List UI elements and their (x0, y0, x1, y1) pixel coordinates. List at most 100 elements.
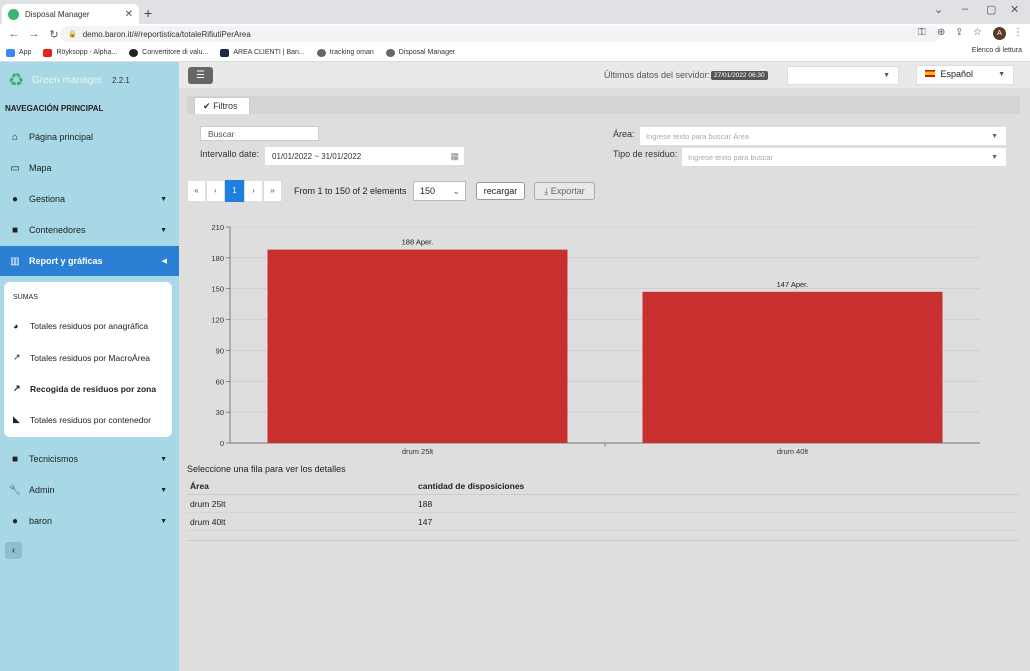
submenu-item-zona[interactable]: ↗ Recogida de residuos por zona (13, 383, 156, 394)
brand[interactable]: ♻ Green manager 2.2.1 (8, 70, 130, 90)
server-date-badge: 27/01/2022 06:30 (711, 71, 768, 80)
chevron-down-icon: ⌄ (452, 186, 460, 196)
star-icon[interactable]: ☆ (973, 27, 982, 38)
y-tick-label: 150 (211, 285, 224, 294)
date-range-value: 01/01/2022 ~ 31/01/2022 (272, 152, 362, 161)
top-header: ☰ Últimos datos del servidor: 27/01/2022… (179, 62, 1030, 88)
sidebar-item-label: Report y gráficas (29, 256, 103, 266)
bookmark-item[interactable]: AREA CLIENTI | Ban... (220, 48, 305, 57)
page-size-select[interactable]: 150 ⌄ (413, 181, 466, 201)
data-label: 188 Aper. (402, 238, 434, 247)
export-button[interactable]: ⤓ Exportar (534, 182, 595, 200)
x-tick-label: drum 25lt (402, 447, 434, 456)
close-tab-icon[interactable]: ✕ (125, 9, 133, 20)
filter-tab-strip: ✔ Filtros (187, 96, 1020, 114)
brand-name: Green manager (32, 74, 103, 86)
key-icon[interactable]: ⚿ (918, 27, 926, 38)
calendar-icon[interactable]: ▦ (450, 151, 459, 162)
data-label: 147 Aper. (777, 280, 809, 289)
search-input[interactable]: Buscar (200, 126, 319, 141)
archive-icon: ■ (11, 224, 19, 236)
zoom-icon[interactable]: ⊕ (937, 27, 945, 38)
globe-icon (385, 48, 395, 57)
reload-button[interactable]: recargar (476, 182, 525, 200)
browser-tab-bar: Disposal Manager ✕ + ⌄ – ▢ ✕ (0, 0, 1030, 24)
bookmark-item[interactable]: tracking oman (316, 48, 374, 57)
column-header-cantidad: cantidad de disposiciones (418, 480, 525, 491)
sidebar-item-user[interactable]: ● baron ▼ (0, 506, 179, 536)
area-placeholder: Ingrese texto para buscar Área (646, 132, 749, 141)
submenu-item-anagrafica[interactable]: ◕ Totales residuos por anagráfica (13, 321, 148, 331)
server-data-label: Últimos datos del servidor: (604, 70, 711, 80)
map-icon: ▭ (10, 162, 20, 174)
minimize-icon[interactable]: – (962, 3, 968, 15)
submenu-item-macroarea[interactable]: ↗ Totales residuos por MacroÁrea (13, 352, 150, 363)
profile-avatar[interactable]: A (993, 27, 1006, 40)
submenu-header: SUMAS (13, 294, 38, 301)
area-select[interactable]: Ingrese texto para buscar Área ▼ (639, 126, 1007, 146)
area-label: Área: (613, 129, 635, 139)
sidebar-item-reports[interactable]: ▥ Report y gráficas ◀ (0, 246, 179, 276)
header-select[interactable]: ▼ (787, 66, 899, 85)
last-page-button[interactable]: » (263, 180, 282, 202)
table-header-row: Área cantidad de disposiciones (187, 477, 1019, 495)
table-row[interactable]: drum 40lt 147 (187, 513, 1019, 531)
table-row[interactable]: drum 25lt 188 (187, 495, 1019, 513)
reading-list[interactable]: Elenco di lettura (972, 47, 1022, 54)
spain-flag-icon (925, 70, 935, 77)
x-tick-label: drum 40lt (777, 447, 809, 456)
next-page-button[interactable]: › (244, 180, 263, 202)
page-1-button[interactable]: 1 (225, 180, 244, 202)
pagination-info: From 1 to 150 of 2 elements (294, 186, 407, 196)
bar-chart: 0 30 60 90 120 150 180 210 188 Aper. drum 25lt 147… (211, 223, 980, 456)
share-icon[interactable]: ⇪ (955, 27, 963, 38)
url-text: demo.baron.it/#/reportistica/totaleRifiu… (82, 29, 251, 39)
favicon-icon (8, 8, 19, 20)
bookmark-item[interactable]: Disposal Manager (385, 48, 455, 57)
date-range-input[interactable]: 01/01/2022 ~ 31/01/2022 ▦ (264, 146, 465, 166)
sidebar-item-tecnicismos[interactable]: ■ Tecnicismos ▼ (0, 444, 179, 474)
new-tab-icon[interactable]: + (144, 5, 152, 21)
tipo-residuo-label: Tipo de residuo: (613, 149, 678, 159)
tipo-residuo-select[interactable]: Ingrese texto para buscar ▼ (681, 147, 1007, 167)
reload-icon[interactable]: ↻ (48, 28, 60, 41)
url-field[interactable]: 🔒 demo.baron.it/#/reportistica/totaleRif… (60, 26, 940, 42)
y-tick-label: 30 (216, 408, 224, 417)
caret-down-icon: ▼ (991, 133, 998, 140)
submenu-item-contenedor[interactable]: ◣ Totales residuos por contenedor (13, 414, 151, 425)
prev-page-button[interactable]: ‹ (206, 180, 225, 202)
line-chart-icon: ↗ (13, 383, 21, 393)
sidebar-item-home[interactable]: ⌂ Página principal (0, 122, 179, 152)
more-menu-icon[interactable]: ⋮ (1013, 27, 1023, 38)
bookmark-item[interactable]: Röyksopp - Alpha... (43, 48, 117, 57)
chevron-down-icon[interactable]: ⌄ (934, 3, 943, 16)
maximize-icon[interactable]: ▢ (986, 3, 996, 16)
sidebar-item-gestiona[interactable]: ● Gestiona ▼ (0, 184, 179, 214)
tipo-placeholder: Ingrese texto para buscar (688, 153, 774, 162)
caret-down-icon: ▼ (991, 154, 998, 161)
back-icon[interactable]: ← (8, 28, 20, 40)
bookmark-item[interactable]: Convertitore di valu... (129, 48, 208, 57)
sidebar-item-label: Admin (29, 485, 55, 495)
first-page-button[interactable]: « (187, 180, 206, 202)
caret-down-icon: ▼ (998, 71, 1005, 78)
language-select[interactable]: Español ▼ (916, 65, 1014, 85)
tab-filtros[interactable]: ✔ Filtros (194, 97, 250, 114)
results-table: Área cantidad de disposiciones drum 25lt… (187, 477, 1019, 531)
sidebar-item-admin[interactable]: 🔧 Admin ▼ (0, 475, 179, 505)
sidebar-item-contenedores[interactable]: ■ Contenedores ▼ (0, 215, 179, 245)
menu-toggle-button[interactable]: ☰ (188, 67, 213, 84)
language-value: Español (940, 69, 974, 79)
browser-tab[interactable]: Disposal Manager ✕ (2, 4, 139, 24)
collapse-sidebar-button[interactable]: ‹ (5, 542, 22, 559)
user-icon: ● (11, 515, 19, 527)
chevron-left-icon: ‹ (11, 545, 16, 556)
sidebar: ♻ Green manager 2.2.1 NAVEGACIÓN PRINCIP… (0, 62, 179, 671)
download-icon: ⤓ (544, 186, 549, 196)
pagination: « ‹ 1 › » (187, 180, 282, 202)
sidebar-item-map[interactable]: ▭ Mapa (0, 153, 179, 183)
bar (642, 291, 943, 443)
window-close-icon[interactable]: ✕ (1010, 3, 1019, 16)
bookmark-item[interactable]: App (6, 48, 31, 57)
forward-icon[interactable]: → (28, 28, 40, 40)
